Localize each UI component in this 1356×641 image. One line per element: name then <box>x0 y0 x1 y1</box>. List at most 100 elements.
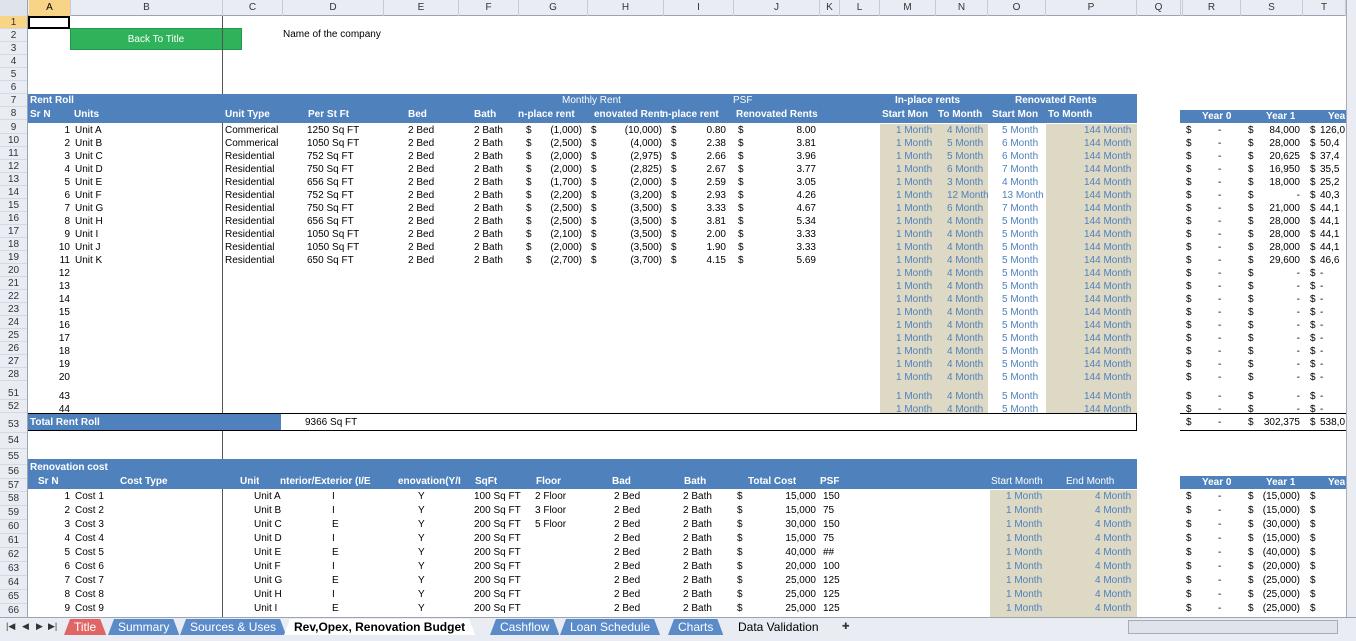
rent-roll-cell: 2 Bath <box>474 229 503 240</box>
row-header-56[interactable]: 56 <box>0 465 27 479</box>
row-header-66[interactable]: 66 <box>0 604 27 618</box>
rent-roll-cell: 144 Month <box>1084 307 1132 318</box>
sheet-tab-2[interactable]: Sources & Uses <box>180 619 286 635</box>
sheet-tab-6[interactable]: Charts <box>668 619 723 635</box>
year-1-cell: 28,000 <box>1269 216 1300 227</box>
sheet-tab-1[interactable]: Summary <box>108 619 179 635</box>
row-header-59[interactable]: 59 <box>0 506 27 520</box>
insert-sheet-icon[interactable]: ✚ <box>842 621 850 632</box>
column-header-d[interactable]: D <box>283 0 384 16</box>
row-header-51[interactable]: 51 <box>0 387 27 400</box>
column-header-f[interactable]: F <box>459 0 519 16</box>
row-header-64[interactable]: 64 <box>0 576 27 590</box>
vertical-scrollbar[interactable] <box>1346 0 1356 617</box>
row-header-23[interactable]: 23 <box>0 303 27 316</box>
row-header-14[interactable]: 14 <box>0 186 27 199</box>
row-header-52[interactable]: 52 <box>0 400 27 413</box>
column-header-l[interactable]: L <box>840 0 880 16</box>
sheet-tab-5[interactable]: Loan Schedule <box>560 619 660 635</box>
row-header-3[interactable]: 3 <box>0 42 27 55</box>
row-header-27[interactable]: 27 <box>0 355 27 368</box>
row-header-5[interactable]: 5 <box>0 68 27 81</box>
row-header-17[interactable]: 17 <box>0 225 27 238</box>
row-header-55[interactable]: 55 <box>0 449 27 465</box>
column-header-q[interactable]: Q <box>1137 0 1181 16</box>
year-1-cell: - <box>1296 294 1300 305</box>
row-header-65[interactable]: 65 <box>0 590 27 604</box>
row-header-16[interactable]: 16 <box>0 212 27 225</box>
row-header-15[interactable]: 15 <box>0 199 27 212</box>
prev-sheet-icon[interactable]: ◀ <box>22 621 29 632</box>
column-header-r[interactable]: R <box>1183 0 1241 16</box>
column-header-t[interactable]: T <box>1303 0 1346 16</box>
back-to-title-button[interactable]: Back To Title <box>70 28 242 50</box>
select-all-corner[interactable] <box>0 0 28 16</box>
column-header-n[interactable]: N <box>936 0 988 16</box>
row-header-1[interactable]: 1 <box>0 16 27 29</box>
row-header-19[interactable]: 19 <box>0 251 27 264</box>
row-header-8[interactable]: 8 <box>0 107 27 120</box>
rent-roll-col-10: Start Mon <box>882 109 929 120</box>
renovation-cell: 2 Bed <box>614 589 641 600</box>
sheet-tab-7[interactable]: Data Validation <box>728 619 829 635</box>
column-header-e[interactable]: E <box>384 0 459 16</box>
row-header-7[interactable]: 7 <box>0 94 27 107</box>
row-header-24[interactable]: 24 <box>0 316 27 329</box>
column-header-s[interactable]: S <box>1241 0 1303 16</box>
rent-roll-col-9: Renovated Rents <box>736 109 818 120</box>
row-header-9[interactable]: 9 <box>0 121 27 134</box>
row-header-12[interactable]: 12 <box>0 160 27 173</box>
row-header-54[interactable]: 54 <box>0 433 27 449</box>
column-header-h[interactable]: H <box>588 0 664 16</box>
column-header-i[interactable]: I <box>664 0 734 16</box>
sheet-tab-0[interactable]: Title <box>64 619 106 635</box>
next-sheet-icon[interactable]: ▶ <box>36 621 43 632</box>
column-header-o[interactable]: O <box>988 0 1046 16</box>
rent-roll-cell: Unit E <box>75 177 103 188</box>
row-header-6[interactable]: 6 <box>0 81 27 94</box>
column-header-p[interactable]: P <box>1046 0 1137 16</box>
row-header-21[interactable]: 21 <box>0 277 27 290</box>
row-header-25[interactable]: 25 <box>0 329 27 342</box>
column-header-j[interactable]: J <box>734 0 820 16</box>
last-sheet-icon[interactable]: ▶| <box>48 621 57 632</box>
column-header-b[interactable]: B <box>71 0 223 16</box>
active-cell-selection[interactable] <box>28 16 70 29</box>
sheet-tab-4[interactable]: Cashflow <box>490 619 559 635</box>
row-header-60[interactable]: 60 <box>0 520 27 534</box>
rent-roll-cell: 2 Bed <box>408 255 435 266</box>
row-header-53[interactable]: 53 <box>0 417 27 433</box>
column-header-m[interactable]: M <box>880 0 936 16</box>
row-header-22[interactable]: 22 <box>0 290 27 303</box>
rent-roll-cell: 1 Month <box>896 216 933 227</box>
row-header-4[interactable]: 4 <box>0 55 27 68</box>
row-header-11[interactable]: 11 <box>0 147 27 160</box>
row-header-61[interactable]: 61 <box>0 534 27 548</box>
row-header-58[interactable]: 58 <box>0 492 27 506</box>
row-header-18[interactable]: 18 <box>0 238 27 251</box>
rent-roll-cell: 2 Bath <box>474 255 503 266</box>
worksheet-grid[interactable]: Back To Title Name of the company Rent R… <box>28 16 1346 617</box>
row-header-2[interactable]: 2 <box>0 29 27 42</box>
column-header-k[interactable]: K <box>820 0 840 16</box>
rent-roll-cell: $ <box>738 255 744 266</box>
rent-roll-cell: 1 Month <box>896 281 933 292</box>
rent-roll-cell: 4 <box>64 164 70 175</box>
renovation-cell: 200 Sq FT <box>474 519 521 530</box>
row-header-13[interactable]: 13 <box>0 173 27 186</box>
year-2-cell: - <box>1218 505 1222 516</box>
row-header-10[interactable]: 10 <box>0 134 27 147</box>
sheet-tab-3[interactable]: Rev,Opex, Renovation Budget <box>284 619 475 635</box>
column-header-a[interactable]: A <box>29 0 71 16</box>
rent-roll-cell: (4,000) <box>630 138 662 149</box>
row-header-63[interactable]: 63 <box>0 562 27 576</box>
column-header-g[interactable]: G <box>519 0 588 16</box>
column-header-c[interactable]: C <box>223 0 283 16</box>
first-sheet-icon[interactable]: |◀ <box>6 621 15 632</box>
row-header-28[interactable]: 28 <box>0 368 27 381</box>
row-header-57[interactable]: 57 <box>0 479 27 492</box>
row-header-62[interactable]: 62 <box>0 548 27 562</box>
row-header-26[interactable]: 26 <box>0 342 27 355</box>
row-header-20[interactable]: 20 <box>0 264 27 277</box>
horizontal-scrollbar[interactable] <box>1128 620 1338 634</box>
